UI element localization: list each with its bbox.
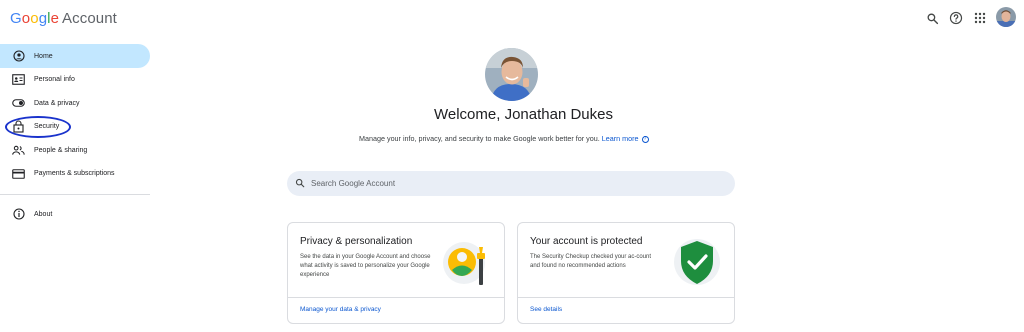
sidebar-item-label: Payments & subscriptions — [34, 170, 115, 178]
card-description: See the data in your Google Account and … — [300, 254, 431, 278]
welcome-heading: Welcome, Jonathan Dukes — [434, 106, 613, 123]
card-divider — [288, 297, 504, 298]
profile-photo[interactable] — [485, 48, 538, 101]
sidebar-item-label: Security — [34, 123, 60, 131]
google-account-page: Google Account Home Personal info Data &… — [0, 0, 1024, 332]
people-icon — [12, 144, 25, 157]
google-account-logo[interactable]: Google Account — [10, 10, 117, 27]
sidebar-nav: Home Personal info Data & privacy Securi… — [0, 44, 150, 226]
sidebar-divider — [0, 193, 150, 195]
apps-icon[interactable] — [970, 8, 990, 28]
search-input[interactable] — [311, 179, 711, 188]
privacy-card[interactable]: Privacy & personalization See the data i… — [287, 222, 505, 324]
credit-card-icon — [12, 167, 25, 180]
card-divider — [518, 297, 734, 298]
learn-more-link[interactable]: Learn more ? — [602, 134, 649, 143]
privacy-illustration-icon — [442, 237, 492, 287]
see-details-link[interactable]: See details — [530, 306, 562, 313]
security-card[interactable]: Your account is protected The Security C… — [517, 222, 735, 324]
sidebar-item-home[interactable]: Home — [0, 44, 150, 68]
search-icon[interactable] — [922, 8, 942, 28]
home-icon — [12, 50, 25, 63]
help-icon[interactable] — [946, 8, 966, 28]
sidebar-item-label: Personal info — [34, 76, 75, 84]
sidebar-item-label: Home — [34, 52, 53, 60]
card-title: Your account is protected — [530, 236, 643, 247]
id-card-icon — [12, 73, 25, 86]
sidebar-item-payments[interactable]: Payments & subscriptions — [0, 162, 150, 186]
shield-check-icon — [672, 237, 722, 287]
manage-data-privacy-link[interactable]: Manage your data & privacy — [300, 306, 381, 313]
sidebar-item-people-sharing[interactable]: People & sharing — [0, 139, 150, 163]
sidebar-item-personal-info[interactable]: Personal info — [0, 68, 150, 92]
card-title: Privacy & personalization — [300, 236, 413, 247]
search-icon — [295, 175, 305, 193]
top-bar: Google Account — [0, 0, 1024, 36]
welcome-subtitle: Manage your info, privacy, and security … — [359, 134, 649, 143]
sidebar-item-about[interactable]: About — [0, 203, 150, 227]
card-description: The Security Checkup checked your ac-cou… — [530, 254, 652, 269]
info-icon — [12, 208, 25, 221]
account-avatar[interactable] — [996, 7, 1016, 27]
sidebar-item-label: People & sharing — [34, 146, 88, 154]
sidebar-item-label: About — [34, 210, 53, 218]
account-search-bar[interactable] — [287, 171, 735, 196]
help-circle-icon: ? — [641, 135, 649, 143]
